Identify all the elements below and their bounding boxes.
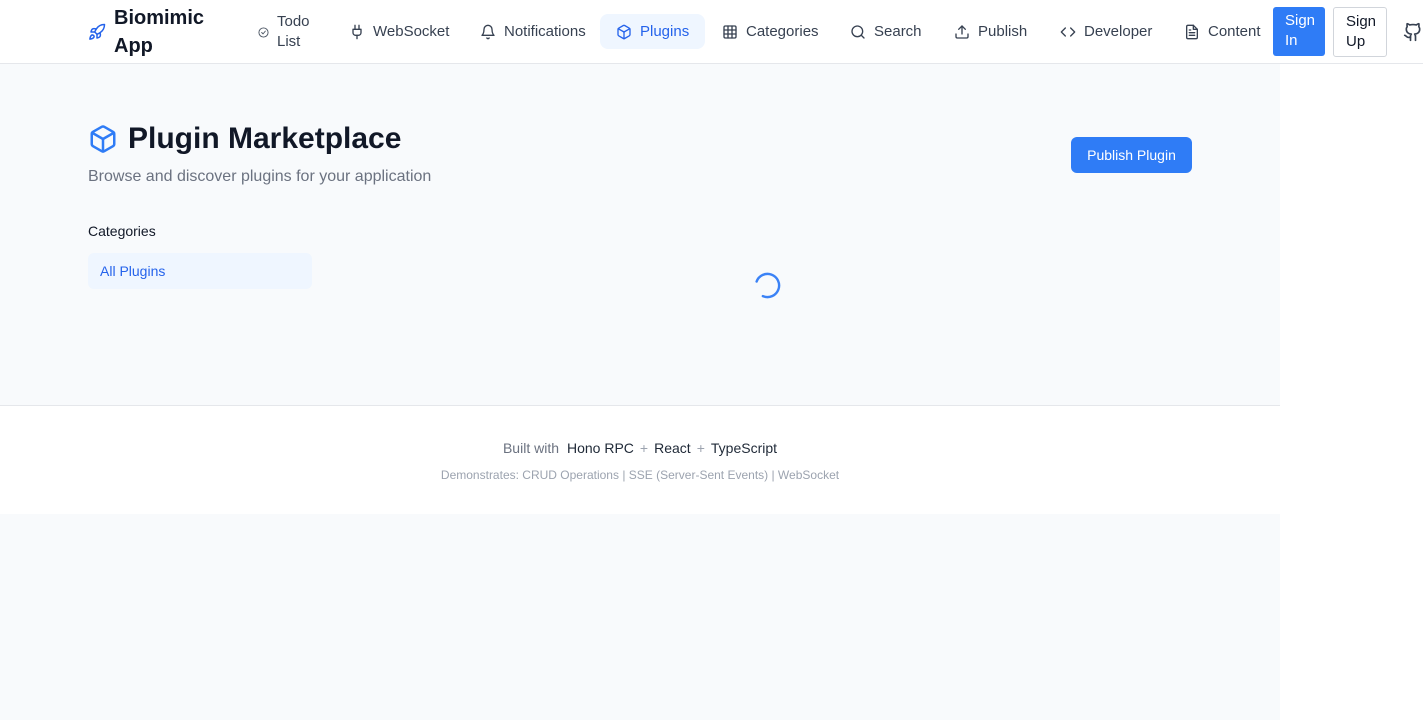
page-background: [0, 0, 1280, 720]
sign-up-button[interactable]: Sign Up: [1333, 7, 1387, 57]
navbar: Biomimic App Todo List WebSocket Notific…: [0, 0, 1423, 64]
page-title: Plugin Marketplace: [128, 122, 402, 155]
github-icon[interactable]: [1403, 22, 1423, 42]
nav-item-plugins[interactable]: Plugins: [600, 14, 706, 49]
nav-label: Search: [874, 23, 922, 40]
category-item-all-plugins[interactable]: All Plugins: [88, 253, 312, 289]
nav-label: Publish: [978, 23, 1028, 40]
nav-item-todo-list[interactable]: Todo List: [258, 10, 317, 54]
categories-heading: Categories: [88, 223, 156, 239]
footer-built-with: Built with Hono RPC + React + TypeScript: [0, 440, 1280, 456]
tech-hono-rpc: Hono RPC: [567, 440, 634, 456]
nav-label: Categories: [746, 23, 819, 40]
grid-icon: [723, 24, 737, 39]
bell-icon: [481, 24, 495, 39]
plus-separator: +: [639, 440, 649, 456]
package-icon: [90, 125, 116, 153]
nav-item-publish[interactable]: Publish: [938, 14, 1043, 49]
loading-spinner-icon: [754, 272, 781, 299]
package-icon: [617, 24, 631, 39]
tech-react: React: [654, 440, 691, 456]
footer-demonstrates: Demonstrates: CRUD Operations | SSE (Ser…: [440, 468, 840, 482]
nav-item-categories[interactable]: Categories: [706, 14, 835, 49]
sign-in-button[interactable]: Sign In: [1273, 7, 1325, 56]
built-with-label: Built with: [502, 440, 559, 456]
nav-label: Developer: [1084, 23, 1153, 40]
check-circle-icon: [258, 26, 269, 38]
rocket-icon: [89, 23, 106, 40]
nav-item-content[interactable]: Content: [1168, 14, 1277, 49]
title-row: Plugin Marketplace: [88, 120, 401, 158]
nav-item-search[interactable]: Search: [834, 14, 938, 49]
tech-typescript: TypeScript: [710, 440, 778, 456]
nav-label: Notifications: [504, 23, 586, 40]
plug-icon: [352, 24, 362, 39]
nav-item-websocket[interactable]: WebSocket: [333, 14, 465, 49]
footer: Built with Hono RPC + React + TypeScript Demo…: [0, 405, 1280, 514]
nav-label: Content: [1208, 23, 1261, 40]
brand[interactable]: Biomimic App: [88, 5, 234, 59]
upload-icon: [955, 24, 969, 39]
brand-name: Biomimic App: [114, 7, 205, 57]
nav-item-notifications[interactable]: Notifications: [464, 14, 602, 49]
plus-separator: +: [696, 440, 705, 456]
nav-label: WebSocket: [373, 23, 450, 40]
file-text-icon: [1186, 24, 1198, 39]
code-icon: [1060, 26, 1076, 37]
nav-item-developer[interactable]: Developer: [1044, 14, 1168, 49]
publish-plugin-button[interactable]: Publish Plugin: [1071, 137, 1192, 173]
nav-label: Todo List: [277, 13, 310, 50]
page-subtitle: Browse and discover plugins for your app…: [88, 168, 432, 185]
nav-label: Plugins: [640, 23, 690, 40]
search-icon: [851, 24, 865, 39]
